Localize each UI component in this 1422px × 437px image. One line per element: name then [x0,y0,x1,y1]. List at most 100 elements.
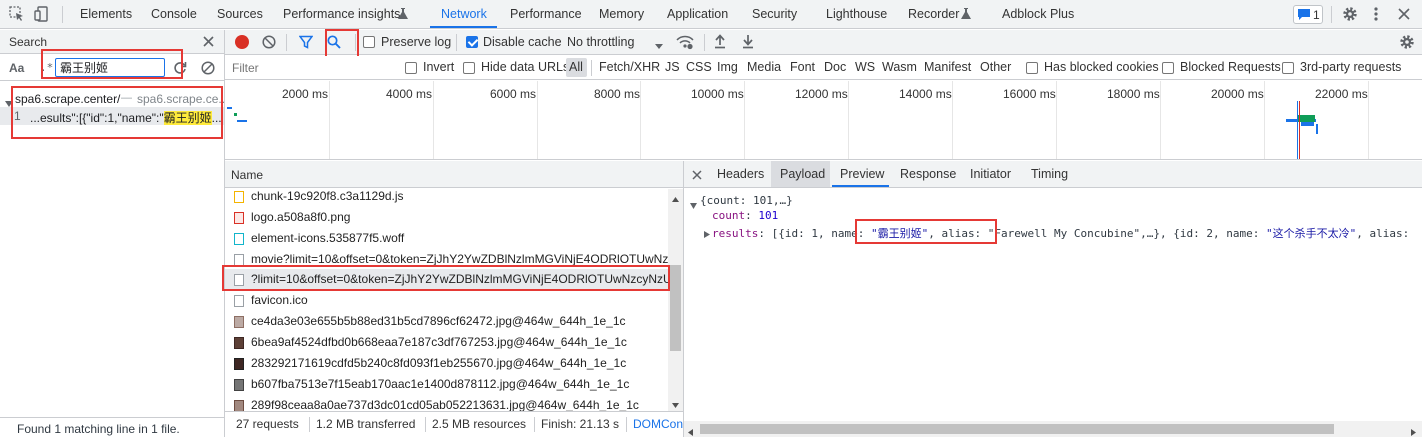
request-list-scrollbar[interactable] [668,189,683,411]
filter-type-css[interactable]: CSS [686,60,712,74]
result-file-name[interactable]: spa6.scrape.center/ [15,92,120,106]
match-case-toggle[interactable]: Aa [9,61,24,75]
tab-network[interactable]: Network [441,0,487,29]
clear-log-icon[interactable] [262,35,276,52]
request-row[interactable]: 289f98ceaa8a0ae737d3dc01cd05ab052213631.… [225,395,668,411]
preserve-log-checkbox[interactable] [363,36,375,48]
filter-type-wasm[interactable]: Wasm [882,60,917,74]
inspect-element-icon[interactable] [9,6,25,22]
filter-type-doc[interactable]: Doc [824,60,846,74]
clear-search-icon[interactable] [201,61,215,78]
filter-type-font[interactable]: Font [790,60,815,74]
scroll-left-icon[interactable] [688,425,693,437]
record-button[interactable] [235,35,249,49]
request-row[interactable]: logo.a508a8f0.png [225,207,668,228]
filter-type-manifest[interactable]: Manifest [924,60,971,74]
image-thumb-icon [234,400,244,411]
export-har-icon[interactable] [742,34,754,52]
device-toolbar-icon[interactable] [34,6,50,22]
tab-performance[interactable]: Performance [510,0,582,29]
filter-type-other[interactable]: Other [980,60,1011,74]
hide-data-urls-checkbox[interactable] [463,62,475,74]
tab-timing[interactable]: Timing [1031,167,1068,181]
json-name-1: "霸王别姬" [870,227,929,240]
regex-toggle[interactable]: .* [40,61,53,74]
more-options-icon[interactable] [1374,7,1378,24]
scrollbar-thumb[interactable] [670,265,681,351]
request-row[interactable]: 6bea9af4524dfbd0b668eaa7e187c3df767253.j… [225,332,668,353]
collapse-arrow-icon[interactable] [704,227,710,241]
refresh-search-icon[interactable] [173,61,187,78]
import-har-icon[interactable] [714,34,726,52]
tab-sources[interactable]: Sources [217,0,263,29]
filter-type-fetch-xhr[interactable]: Fetch/XHR [599,60,660,74]
expand-arrow-icon[interactable] [690,198,697,212]
tab-payload[interactable]: Payload [780,167,825,181]
timeline-tick: 6000 ms [490,87,537,101]
disable-cache-checkbox[interactable] [466,36,478,48]
tab-performance-insights[interactable]: Performance insights [283,0,400,29]
tab-console[interactable]: Console [151,0,197,29]
tab-headers[interactable]: Headers [717,167,764,181]
blocked-requests-checkbox[interactable] [1162,62,1174,74]
close-devtools-icon[interactable] [1398,8,1410,23]
filter-funnel-icon[interactable] [298,35,314,52]
issues-badge[interactable]: 1 [1293,5,1323,24]
chevron-down-icon[interactable] [655,39,663,53]
scroll-down-icon[interactable] [672,397,679,411]
request-row[interactable]: element-icons.535877f5.woff [225,228,668,249]
scroll-up-icon[interactable] [672,191,679,205]
request-name: element-icons.535877f5.woff [251,231,405,245]
name-column-header[interactable]: Name [231,168,263,182]
settings-gear-icon[interactable] [1342,6,1358,25]
third-party-label: 3rd-party requests [1300,60,1402,74]
filter-type-media[interactable]: Media [747,60,781,74]
request-row[interactable]: ce4da3e03e655b5b88ed31b5cd7896cf62472.jp… [225,311,668,332]
third-party-checkbox[interactable] [1282,62,1294,74]
scrollbar-thumb[interactable] [700,424,1334,434]
tab-security[interactable]: Security [752,0,797,29]
filter-type-all[interactable]: All [566,58,587,77]
request-row[interactable]: chunk-19c920f8.c3a1129d.js [225,189,668,207]
tab-initiator[interactable]: Initiator [970,167,1011,181]
search-query-input[interactable] [55,58,165,77]
network-settings-gear-icon[interactable] [1399,34,1415,53]
timeline-tick: 18000 ms [1107,87,1160,101]
network-conditions-icon[interactable] [676,34,694,53]
tab-response[interactable]: Response [900,167,956,181]
tab-elements[interactable]: Elements [80,0,132,29]
blocked-cookies-checkbox[interactable] [1026,62,1038,74]
network-overview-timeline[interactable]: 2000 ms 4000 ms 6000 ms 8000 ms 10000 ms… [225,81,1422,160]
tab-memory[interactable]: Memory [599,0,644,29]
request-row[interactable]: b607fba7513e7f15eab170aac1e1400d878112.j… [225,374,668,395]
filter-type-ws[interactable]: WS [855,60,875,74]
tab-application[interactable]: Application [667,0,728,29]
filter-type-js[interactable]: JS [665,60,680,74]
invert-checkbox[interactable] [405,62,417,74]
json-key-count: count [712,209,746,222]
resources-size: 2.5 MB resources [432,417,527,431]
preview-horizontal-scrollbar[interactable] [684,421,1422,437]
tab-recorder[interactable]: Recorder [908,0,959,29]
request-row-selected[interactable]: ?limit=10&offset=0&token=ZjJhY2YwZDBlNzl… [225,269,668,290]
tab-preview[interactable]: Preview [840,167,884,181]
close-detail-icon[interactable] [692,169,702,183]
filter-input[interactable] [228,59,392,77]
json-value-count: 101 [758,209,779,222]
timeline-activity-bar [1316,124,1318,134]
request-row[interactable]: movie?limit=10&offset=0&token=ZjJhY2YwZD… [225,249,668,270]
search-match-line[interactable]: 1 ...esults":[{"id":1,"name":"霸王别姬... [0,107,224,125]
tab-adblock-plus[interactable]: Adblock Plus [1002,0,1074,29]
tab-lighthouse[interactable]: Lighthouse [826,0,887,29]
filter-type-img[interactable]: Img [717,60,738,74]
json-count-row: count: 101 [712,209,779,222]
search-magnifier-icon[interactable] [327,35,341,52]
request-row[interactable]: favicon.ico [225,290,668,311]
close-search-icon[interactable] [203,36,214,50]
request-row[interactable]: 283292171619cdfd5b240c8fd093f1eb255670.j… [225,353,668,374]
timeline-activity-bar [1298,115,1315,122]
throttling-select[interactable]: No throttling [567,35,634,49]
scroll-right-icon[interactable] [1411,425,1416,437]
search-status-text: Found 1 matching line in 1 file. [17,422,180,436]
timeline-tick: 8000 ms [594,87,641,101]
